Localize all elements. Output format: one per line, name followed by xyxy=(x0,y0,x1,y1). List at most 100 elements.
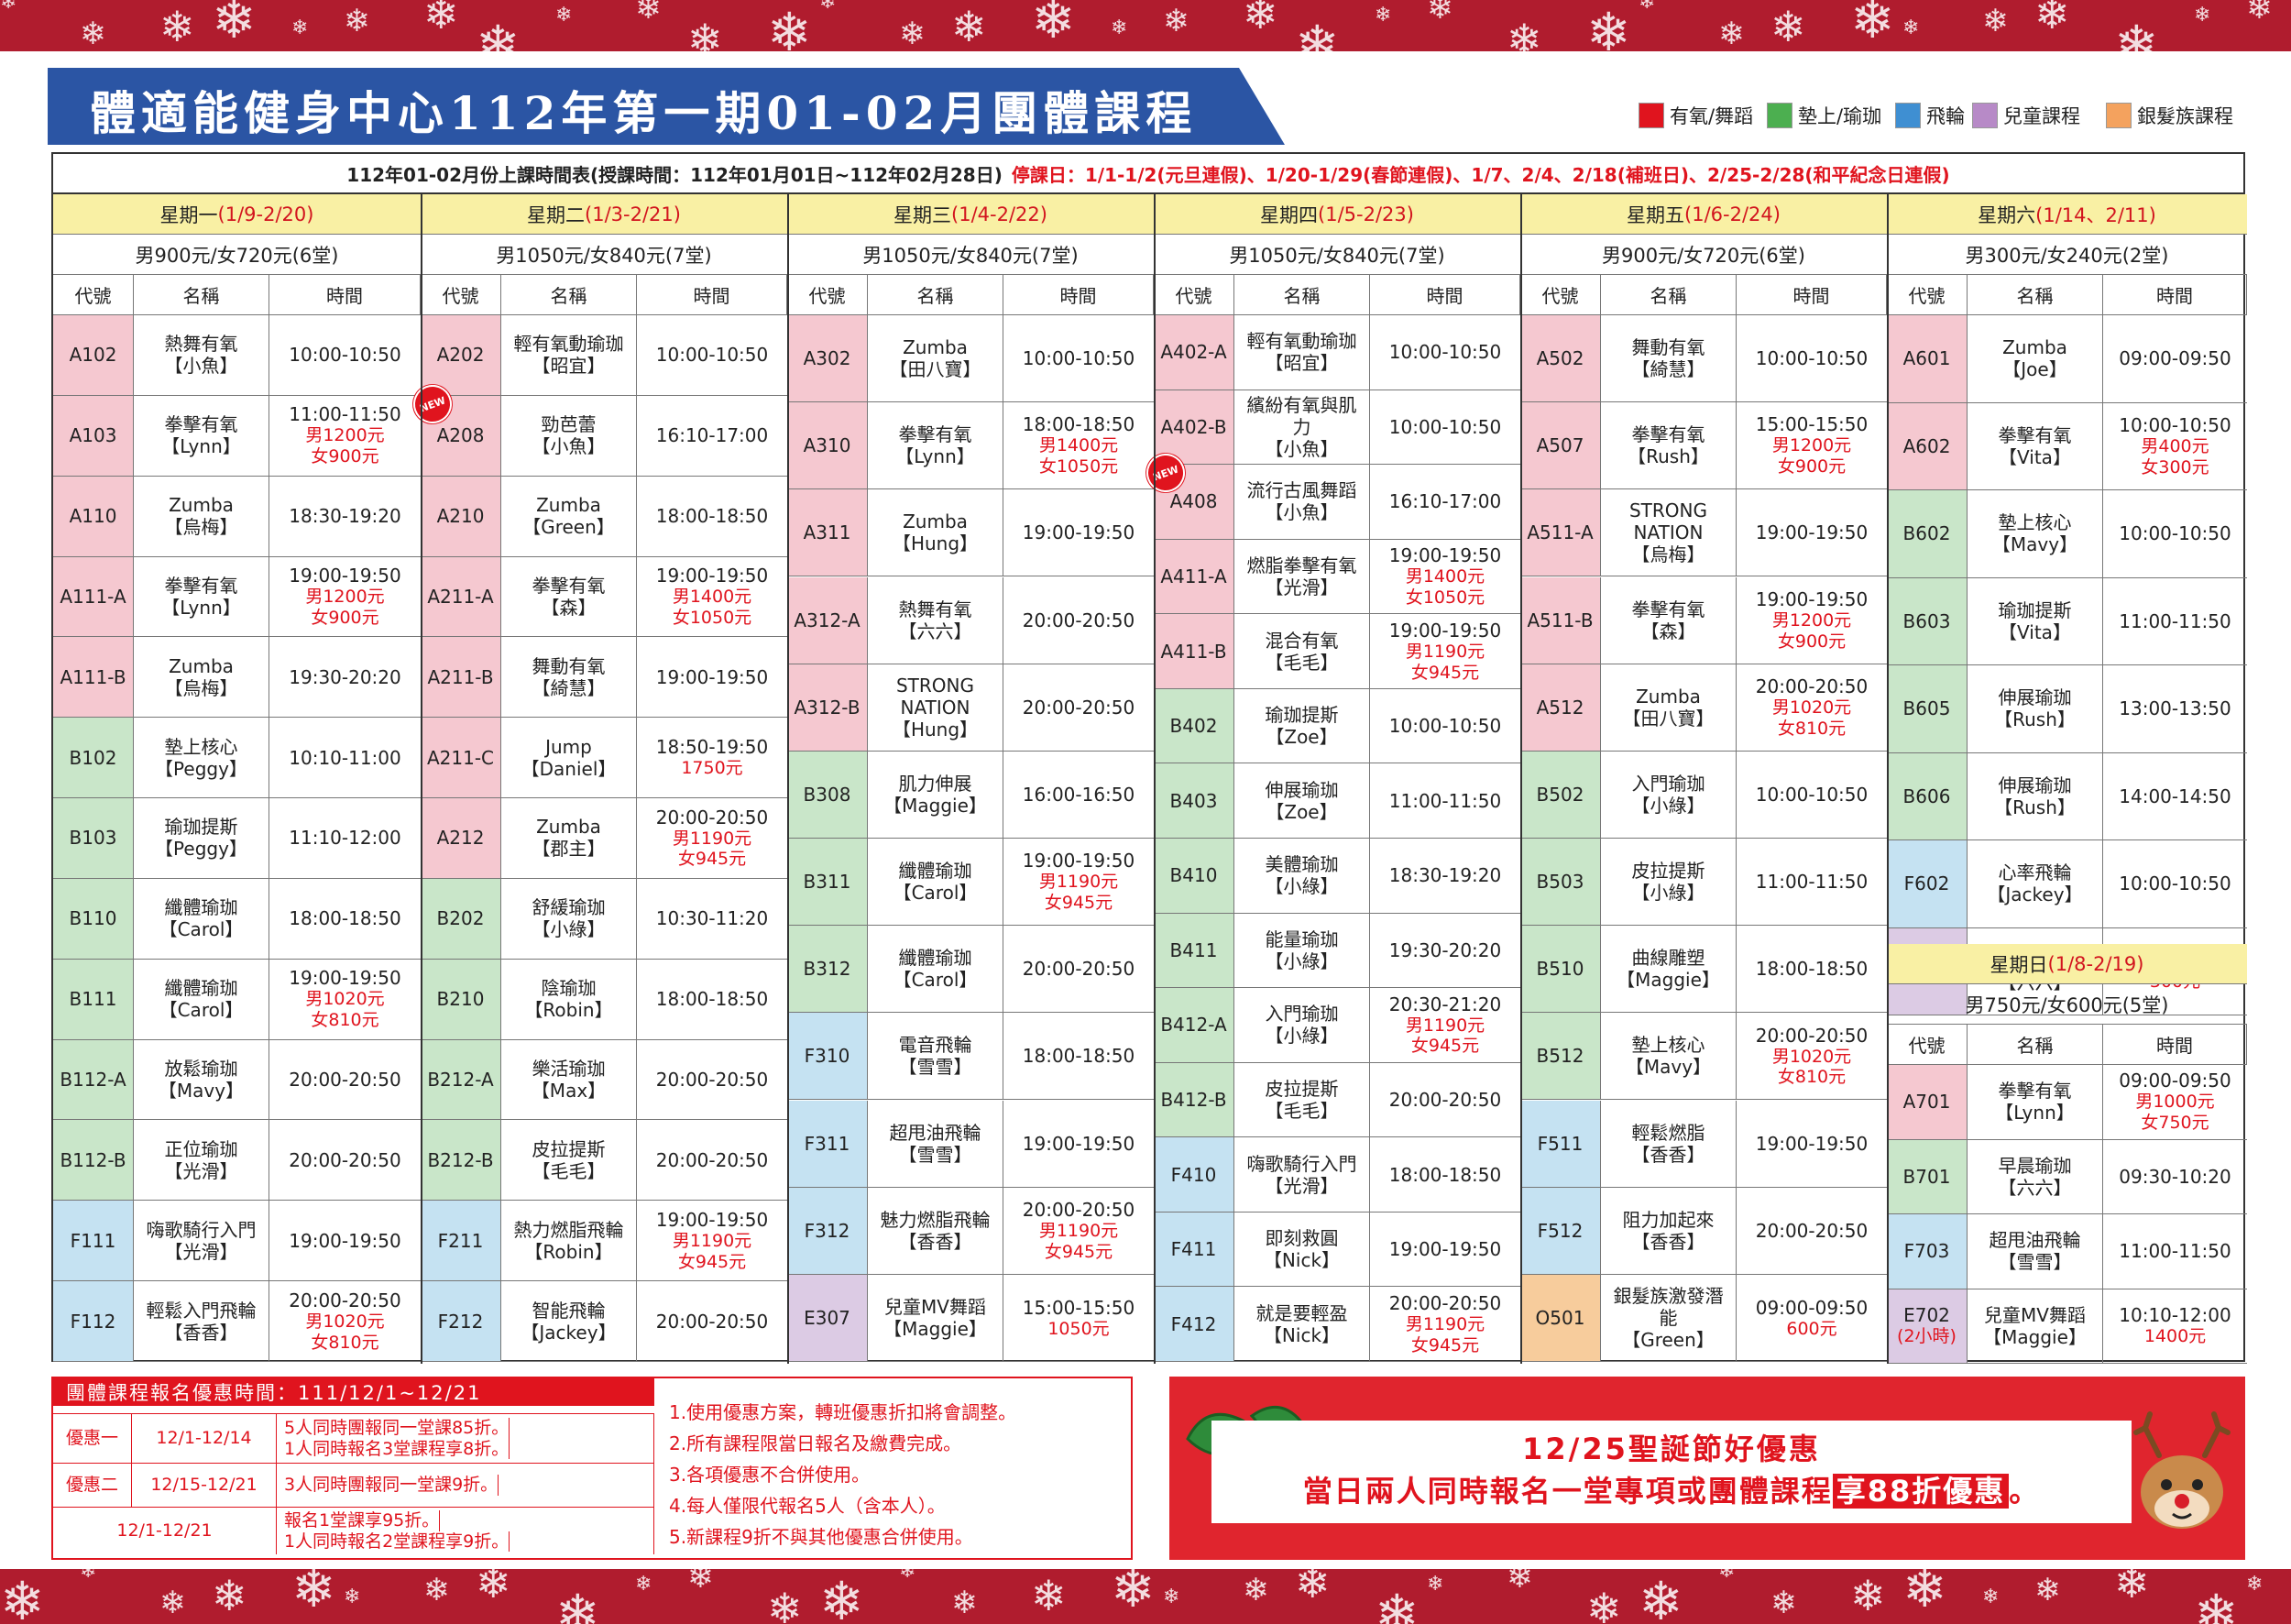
class-row[interactable]: A110 Zumba 【烏梅】 18:30-19:20 xyxy=(53,476,421,557)
class-code: B110 xyxy=(53,878,134,959)
class-name: 墊上核心 【Mavy】 xyxy=(1968,490,2103,577)
class-row[interactable]: A212 Zumba 【郡主】 20:00-20:50 男1190元 女945元 xyxy=(421,798,787,879)
class-name: 拳擊有氧 【Lynn】 xyxy=(868,402,1003,489)
class-time: 18:50-19:50 1750元 xyxy=(637,718,787,797)
class-row[interactable]: A312-B STRONG NATION 【Hung】 20:00-20:50 xyxy=(787,664,1154,752)
class-row[interactable]: B512 墊上核心 【Mavy】 20:00-20:50 男1020元 女810元 xyxy=(1520,1013,1887,1101)
class-row[interactable]: B606 伸展瑜珈 【Rush】 14:00-14:50 xyxy=(1887,752,2247,840)
class-time: 10:00-10:50 xyxy=(1370,315,1520,390)
class-row[interactable]: B412-B 皮拉提斯 【毛毛】 20:00-20:50 xyxy=(1154,1062,1520,1138)
class-row[interactable]: F511 輕鬆燃脂 【香香】 19:00-19:50 xyxy=(1520,1100,1887,1188)
class-row[interactable]: B503 皮拉提斯 【小綠】 11:00-11:50 xyxy=(1520,839,1887,927)
class-row[interactable]: A111-B Zumba 【烏梅】 19:30-20:20 xyxy=(53,637,421,719)
class-row[interactable]: B701 早晨瑜珈 【六六】 09:30-10:20 xyxy=(1887,1139,2247,1214)
class-row[interactable]: A402-A 輕有氧動瑜珈 【昭宜】 10:00-10:50 xyxy=(1154,315,1520,390)
class-row[interactable]: A502 舞動有氧 【綺慧】 10:00-10:50 xyxy=(1520,315,1887,403)
class-name-text: 拳擊有氧 xyxy=(1631,598,1705,620)
class-row[interactable]: F310 電音飛輪 【雪雪】 18:00-18:50 xyxy=(787,1013,1154,1101)
class-row[interactable]: A511-A STRONG NATION 【烏梅】 19:00-19:50 xyxy=(1520,489,1887,577)
class-row[interactable]: F412 就是要輕盈 【Nick】 20:00-20:50 男1190元 女945元 xyxy=(1154,1287,1520,1362)
class-row[interactable]: F212 智能飛輪 【Jackey】 20:00-20:50 xyxy=(421,1281,787,1362)
class-price: 女945元 xyxy=(1044,893,1113,914)
class-time: 19:00-19:50 xyxy=(1003,1101,1154,1187)
class-row[interactable]: A601 Zumba 【Joe】 09:00-09:50 xyxy=(1887,315,2247,403)
promo-dates: 12/1-12/21 xyxy=(53,1508,277,1554)
class-row[interactable]: A211-A 拳擊有氧 【森】 19:00-19:50 男1400元 女1050元 xyxy=(421,556,787,638)
class-row[interactable]: A411-B 混合有氧 【毛毛】 19:00-19:50 男1190元 女945元 xyxy=(1154,614,1520,689)
class-row[interactable]: A102 熱舞有氧 【小魚】 10:00-10:50 xyxy=(53,315,421,396)
class-code-text: F410 xyxy=(1170,1163,1217,1186)
class-row[interactable]: A211-B 舞動有氧 【綺慧】 19:00-19:50 xyxy=(421,637,787,719)
class-row[interactable]: F411 即刻救圓 【Nick】 19:00-19:50 xyxy=(1154,1212,1520,1288)
class-name-text: 就是要輕盈 xyxy=(1255,1301,1348,1324)
class-row[interactable]: A408 流行古風舞蹈 【小魚】 16:10-17:00 NEW xyxy=(1141,448,1520,540)
class-row[interactable]: A602 拳擊有氧 【Vita】 10:00-10:50 男400元 女300元 xyxy=(1887,402,2247,490)
class-row[interactable]: F311 超甩油飛輪 【雪雪】 19:00-19:50 xyxy=(787,1100,1154,1188)
class-row[interactable]: B402 瑜珈提斯 【Zoe】 10:00-10:50 xyxy=(1154,688,1520,764)
class-name-text: 伸展瑜珈 xyxy=(1998,774,2072,796)
class-row[interactable]: A411-A 燃脂拳擊有氧 【光滑】 19:00-19:50 男1400元 女1050元 xyxy=(1154,539,1520,615)
class-row[interactable]: E307 兒童MV舞蹈 【Maggie】 15:00-15:50 1050元 xyxy=(787,1274,1154,1362)
class-row[interactable]: A103 拳擊有氧 【Lynn】 11:00-11:50 男1200元 女900元 xyxy=(53,395,421,477)
class-row[interactable]: O501 銀髮族激發潛能 【Green】 09:00-09:50 600元 xyxy=(1520,1274,1887,1362)
class-row[interactable]: B111 纖體瑜珈 【Carol】 19:00-19:50 男1020元 女810元 xyxy=(53,959,421,1040)
class-row[interactable]: A701 拳擊有氧 【Lynn】 09:00-09:50 男1000元 女750元 xyxy=(1887,1065,2247,1140)
class-price: 男1200元 xyxy=(1771,435,1852,456)
class-row[interactable]: A402-B 繽紛有氧與肌力 【小魚】 10:00-10:50 xyxy=(1154,390,1520,466)
class-row[interactable]: B602 墊上核心 【Mavy】 10:00-10:50 xyxy=(1887,490,2247,578)
snowflake-icon: ❄ xyxy=(2114,1569,2150,1608)
class-row[interactable]: B112-B 正位瑜珈 【光滑】 20:00-20:50 xyxy=(53,1120,421,1202)
class-row[interactable]: A511-B 拳擊有氧 【森】 19:00-19:50 男1200元 女900元 xyxy=(1520,576,1887,664)
class-row[interactable]: F602 心率飛輪 【Jackey】 10:00-10:50 xyxy=(1887,840,2247,928)
class-row[interactable]: B202 舒緩瑜珈 【小綠】 10:30-11:20 xyxy=(421,878,787,960)
class-row[interactable]: B102 墊上核心 【Peggy】 10:10-11:00 xyxy=(53,718,421,799)
class-row[interactable]: B212-B 皮拉提斯 【毛毛】 20:00-20:50 xyxy=(421,1120,787,1202)
class-row[interactable]: B311 纖體瑜珈 【Carol】 19:00-19:50 男1190元 女945元 xyxy=(787,839,1154,927)
class-row[interactable]: B412-A 入門瑜珈 【小綠】 20:30-21:20 男1190元 女945元 xyxy=(1154,988,1520,1063)
class-row[interactable]: F211 熱力燃脂飛輪 【Robin】 19:00-19:50 男1190元 女945元 xyxy=(421,1201,787,1282)
class-row[interactable]: B212-A 樂活瑜珈 【Max】 20:00-20:50 xyxy=(421,1039,787,1121)
class-row[interactable]: B112-A 放鬆瑜珈 【Mavy】 20:00-20:50 xyxy=(53,1039,421,1121)
class-name-text: Zumba xyxy=(536,816,601,839)
class-name: 瑜珈提斯 【Zoe】 xyxy=(1234,688,1370,763)
class-row[interactable]: B103 瑜珈提斯 【Peggy】 11:10-12:00 xyxy=(53,798,421,879)
class-row[interactable]: A202 輕有氧動瑜珈 【昭宜】 10:00-10:50 xyxy=(421,315,787,396)
class-name: 熱舞有氧 【六六】 xyxy=(868,576,1003,664)
class-row[interactable]: B603 瑜珈提斯 【Vita】 11:00-11:50 xyxy=(1887,577,2247,665)
class-row[interactable]: F512 阻力加起來 【香香】 20:00-20:50 xyxy=(1520,1187,1887,1275)
class-row[interactable]: A208 勁芭蕾 【小魚】 16:10-17:00 NEW xyxy=(408,379,787,477)
class-row[interactable]: B403 伸展瑜珈 【Zoe】 11:00-11:50 xyxy=(1154,763,1520,839)
class-row[interactable]: F111 嗨歌騎行入門 【光滑】 19:00-19:50 xyxy=(53,1201,421,1282)
class-code: B606 xyxy=(1887,752,1968,839)
class-row[interactable]: A310 拳擊有氧 【Lynn】 18:00-18:50 男1400元 女1050元 xyxy=(787,402,1154,490)
class-row[interactable]: F703 超甩油飛輪 【雪雪】 11:00-11:50 xyxy=(1887,1214,2247,1289)
class-row[interactable]: B502 入門瑜珈 【小綠】 10:00-10:50 xyxy=(1520,751,1887,839)
class-row[interactable]: A211-C Jump 【Daniel】 18:50-19:50 1750元 xyxy=(421,718,787,799)
class-row[interactable]: A111-A 拳擊有氧 【Lynn】 19:00-19:50 男1200元 女900元 xyxy=(53,556,421,638)
class-row[interactable]: A311 Zumba 【Hung】 19:00-19:50 xyxy=(787,489,1154,577)
class-row[interactable]: A512 Zumba 【田八寶】 20:00-20:50 男1020元 女810元 xyxy=(1520,664,1887,752)
class-row[interactable]: A210 Zumba 【Green】 18:00-18:50 xyxy=(421,476,787,557)
snowflake-icon: ❄ xyxy=(1770,2,1806,51)
class-code-text: F602 xyxy=(1903,872,1950,895)
class-row[interactable]: F312 魅力燃脂飛輪 【香香】 20:00-20:50 男1190元 女945元 xyxy=(787,1187,1154,1275)
class-name: 勁芭蕾 【小魚】 xyxy=(501,395,637,476)
class-row[interactable]: B308 肌力伸展 【Maggie】 16:00-16:50 xyxy=(787,751,1154,839)
class-row[interactable]: B312 纖體瑜珈 【Carol】 20:00-20:50 xyxy=(787,926,1154,1014)
class-row[interactable]: A312-A 熱舞有氧 【六六】 20:00-20:50 xyxy=(787,576,1154,664)
class-row[interactable]: F410 嗨歌騎行入門 【光滑】 18:00-18:50 xyxy=(1154,1137,1520,1213)
class-row[interactable]: B110 纖體瑜珈 【Carol】 18:00-18:50 xyxy=(53,878,421,960)
class-row[interactable]: B605 伸展瑜珈 【Rush】 13:00-13:50 xyxy=(1887,665,2247,753)
class-price: 1050元 xyxy=(1047,1318,1110,1339)
class-row[interactable]: B210 陰瑜珈 【Robin】 18:00-18:50 xyxy=(421,959,787,1040)
class-row[interactable]: B410 美體瑜珈 【小綠】 18:30-19:20 xyxy=(1154,839,1520,914)
class-code: A202 xyxy=(421,315,501,395)
class-row[interactable]: A507 拳擊有氧 【Rush】 15:00-15:50 男1200元 女900元 xyxy=(1520,402,1887,490)
class-row[interactable]: A302 Zumba 【田八寶】 10:00-10:50 xyxy=(787,315,1154,403)
class-code: B212-A xyxy=(421,1039,501,1120)
class-row[interactable]: F112 輕鬆入門飛輪 【香香】 20:00-20:50 男1020元 女810元 xyxy=(53,1281,421,1362)
class-name-text: 流行古風舞蹈 xyxy=(1246,479,1357,502)
class-row[interactable]: B510 曲線雕塑 【Maggie】 18:00-18:50 xyxy=(1520,926,1887,1014)
class-row[interactable]: B411 能量瑜珈 【小綠】 19:30-20:20 xyxy=(1154,913,1520,989)
class-row[interactable]: E702 (2小時) 兒童MV舞蹈 【Maggie】 10:10-12:00 1400元 xyxy=(1887,1289,2247,1364)
